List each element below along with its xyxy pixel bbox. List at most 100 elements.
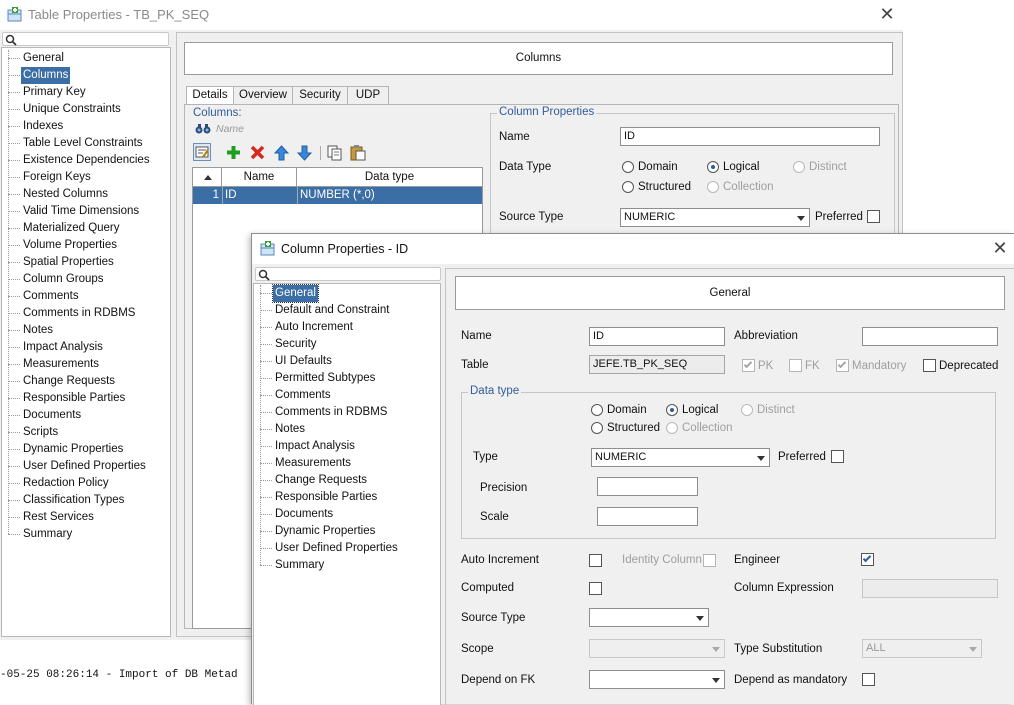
depend-on-fk-select[interactable] — [589, 670, 725, 689]
nav-item-foreign-keys[interactable]: Foreign Keys — [2, 169, 170, 186]
tab-overview[interactable]: Overview — [233, 86, 293, 104]
depend-as-mandatory-checkbox[interactable] — [862, 673, 875, 686]
nav-item-rest-services[interactable]: Rest Services — [2, 509, 170, 526]
type-substitution-select[interactable]: ALL — [862, 639, 982, 658]
nav-item-valid-time-dimensions[interactable]: Valid Time Dimensions — [2, 203, 170, 220]
x-icon[interactable] — [250, 145, 265, 160]
type-select[interactable]: NUMERIC — [591, 448, 770, 467]
sort-header[interactable] — [193, 168, 222, 187]
fk-checkbox[interactable] — [789, 359, 802, 372]
arrow-up-icon[interactable] — [274, 145, 289, 161]
nav-item-summary[interactable]: Summary — [2, 526, 170, 543]
scale-input[interactable] — [597, 507, 698, 526]
nav-item-measurements[interactable]: Measurements — [254, 455, 440, 472]
engineer-checkbox[interactable] — [861, 553, 874, 566]
nav-item-impact-analysis[interactable]: Impact Analysis — [254, 438, 440, 455]
nav-item-spatial-properties[interactable]: Spatial Properties — [2, 254, 170, 271]
nav-item-default-and-constraint[interactable]: Default and Constraint — [254, 302, 440, 319]
nav-item-volume-properties[interactable]: Volume Properties — [2, 237, 170, 254]
tab-udp[interactable]: UDP — [347, 86, 389, 104]
structured-radio[interactable] — [591, 422, 603, 434]
edit-button[interactable] — [193, 143, 211, 161]
cp-structured-radio[interactable] — [622, 181, 634, 193]
header-name[interactable]: Name — [222, 168, 297, 187]
nav-item-responsible-parties[interactable]: Responsible Parties — [254, 489, 440, 506]
domain-radio[interactable] — [591, 404, 603, 416]
copy-icon[interactable] — [327, 145, 343, 161]
nav-item-general[interactable]: General — [254, 284, 440, 303]
nav-item-permitted-subtypes[interactable]: Permitted Subtypes — [254, 370, 440, 387]
nav-item-redaction-policy[interactable]: Redaction Policy — [2, 475, 170, 492]
collection-radio[interactable] — [666, 422, 678, 434]
nav-item-notes[interactable]: Notes — [2, 322, 170, 339]
source-type-select[interactable] — [589, 608, 709, 627]
paste-icon[interactable] — [350, 145, 366, 161]
cp-collection-radio[interactable] — [707, 181, 719, 193]
scope-select[interactable] — [589, 639, 725, 658]
cp-distinct-radio[interactable] — [793, 161, 805, 173]
nav-item-notes[interactable]: Notes — [254, 421, 440, 438]
nav-item-security[interactable]: Security — [254, 336, 440, 353]
identity-column-checkbox[interactable] — [703, 554, 716, 567]
precision-input[interactable] — [597, 477, 698, 496]
close-icon[interactable]: ✕ — [877, 5, 897, 23]
nav-item-change-requests[interactable]: Change Requests — [2, 373, 170, 390]
nav-item-columns[interactable]: Columns — [2, 67, 170, 84]
nav-item-measurements[interactable]: Measurements — [2, 356, 170, 373]
nav-item-comments[interactable]: Comments — [254, 387, 440, 404]
nav-item-impact-analysis[interactable]: Impact Analysis — [2, 339, 170, 356]
nav-item-comments[interactable]: Comments — [2, 288, 170, 305]
nav-item-auto-increment[interactable]: Auto Increment — [254, 319, 440, 336]
nav-item-scripts[interactable]: Scripts — [2, 424, 170, 441]
nav-item-user-defined-properties[interactable]: User Defined Properties — [254, 540, 440, 557]
preferred-checkbox[interactable] — [831, 450, 844, 463]
deprecated-checkbox[interactable] — [923, 359, 936, 372]
cp-logical-radio[interactable] — [707, 161, 719, 173]
mandatory-checkbox[interactable] — [836, 359, 849, 372]
nav-item-materialized-query[interactable]: Materialized Query — [2, 220, 170, 237]
tab-details[interactable]: Details — [186, 86, 234, 105]
cp-name-input[interactable]: ID — [620, 127, 880, 146]
computed-checkbox[interactable] — [589, 582, 602, 595]
distinct-radio[interactable] — [741, 404, 753, 416]
nav-item-general[interactable]: General — [2, 50, 170, 67]
nav-item-documents[interactable]: Documents — [254, 506, 440, 523]
nav-item-nested-columns[interactable]: Nested Columns — [2, 186, 170, 203]
nav-item-unique-constraints[interactable]: Unique Constraints — [2, 101, 170, 118]
close-icon[interactable]: ✕ — [990, 239, 1010, 257]
nav-item-user-defined-properties[interactable]: User Defined Properties — [2, 458, 170, 475]
tab-security[interactable]: Security — [292, 86, 348, 104]
column-expression-input[interactable] — [862, 579, 998, 598]
nav-item-classification-types[interactable]: Classification Types — [2, 492, 170, 509]
auto-increment-checkbox[interactable] — [589, 554, 602, 567]
nav-item-column-groups[interactable]: Column Groups — [2, 271, 170, 288]
plus-icon[interactable] — [226, 145, 241, 160]
nav-item-ui-defaults[interactable]: UI Defaults — [254, 353, 440, 370]
nav-item-dynamic-properties[interactable]: Dynamic Properties — [2, 441, 170, 458]
nav-item-change-requests[interactable]: Change Requests — [254, 472, 440, 489]
nav-item-summary[interactable]: Summary — [254, 557, 440, 574]
dialog-nav-search-input[interactable] — [255, 267, 441, 281]
cp-preferred-checkbox[interactable] — [867, 210, 880, 223]
nav-item-comments-in-rdbms[interactable]: Comments in RDBMS — [2, 305, 170, 322]
abbreviation-input[interactable] — [862, 327, 998, 346]
nav-search-input[interactable] — [2, 32, 169, 46]
nav-item-table-level-constraints[interactable]: Table Level Constraints — [2, 135, 170, 152]
pk-checkbox[interactable] — [742, 359, 755, 372]
logical-radio[interactable] — [666, 404, 678, 416]
column-filter-input[interactable]: Name — [216, 123, 244, 135]
cp-domain-radio[interactable] — [622, 161, 634, 173]
name-input[interactable]: ID — [589, 327, 725, 346]
nav-item-comments-in-rdbms[interactable]: Comments in RDBMS — [254, 404, 440, 421]
nav-item-responsible-parties[interactable]: Responsible Parties — [2, 390, 170, 407]
nav-item-documents[interactable]: Documents — [2, 407, 170, 424]
header-data-type[interactable]: Data type — [297, 168, 482, 187]
nav-item-label: Default and Constraint — [275, 304, 390, 316]
nav-item-primary-key[interactable]: Primary Key — [2, 84, 170, 101]
cp-source-type-select[interactable]: NUMERIC — [620, 208, 810, 227]
nav-item-existence-dependencies[interactable]: Existence Dependencies — [2, 152, 170, 169]
arrow-down-icon[interactable] — [297, 145, 312, 161]
nav-item-dynamic-properties[interactable]: Dynamic Properties — [254, 523, 440, 540]
nav-item-indexes[interactable]: Indexes — [2, 118, 170, 135]
table-row[interactable]: 1 ID NUMBER (*,0) — [193, 187, 482, 204]
